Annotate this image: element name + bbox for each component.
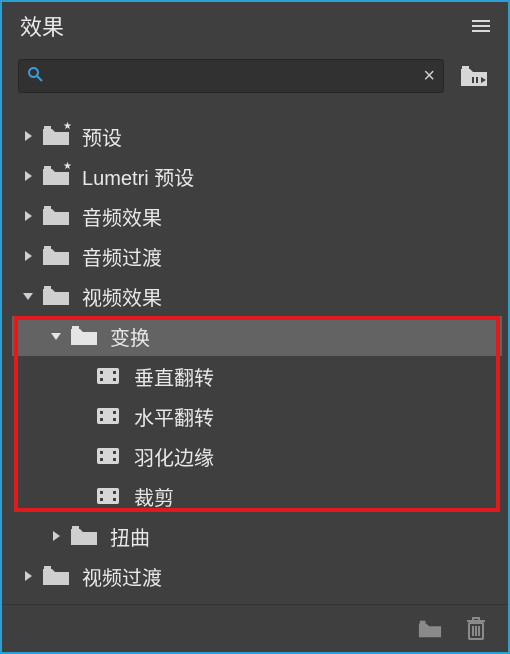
tree-label: 水平翻转 [134,402,214,431]
chevron-right-icon[interactable] [20,248,36,264]
chevron-right-icon[interactable] [20,168,36,184]
tree-item-vertical-flip[interactable]: 垂直翻转 [12,356,502,396]
tree-item-video-effects[interactable]: 视频效果 [12,276,502,316]
chevron-down-icon[interactable] [20,288,36,304]
chevron-right-icon[interactable] [20,208,36,224]
tree-item-video-transitions[interactable]: 视频过渡 [12,556,502,596]
search-icon [27,66,43,87]
tree-label: 音频过渡 [82,242,162,271]
tree-label: 扭曲 [110,522,150,551]
effect-icon [94,445,122,467]
tree-item-feather-edges[interactable]: 羽化边缘 [12,436,502,476]
search-input[interactable] [49,67,423,85]
panel-title: 效果 [20,10,64,42]
chevron-right-icon[interactable] [20,128,36,144]
clear-search-icon[interactable]: × [423,65,435,88]
tree-label: 音频效果 [82,202,162,231]
folder-icon [70,325,98,347]
effect-icon [94,485,122,507]
tree-label: 变换 [110,322,150,351]
tree-item-distort[interactable]: 扭曲 [12,516,502,556]
chevron-right-icon[interactable] [48,528,64,544]
new-bin-button[interactable] [456,61,492,91]
tree-label: Lumetri 预设 [82,162,194,191]
trash-icon[interactable] [464,618,488,640]
tree-label: 裁剪 [134,482,174,511]
tree-item-presets[interactable]: ★ 预设 [12,116,502,156]
star-icon: ★ [63,161,72,172]
folder-icon: ★ [42,125,70,147]
effect-icon [94,405,122,427]
tree-label: 视频过渡 [82,562,162,591]
star-icon: ★ [63,121,72,132]
chevron-down-icon[interactable] [48,328,64,344]
folder-icon [42,205,70,227]
tree-label: 预设 [82,122,122,151]
tree-label: 羽化边缘 [134,442,214,471]
folder-icon [42,285,70,307]
effect-icon [94,365,122,387]
new-folder-icon[interactable] [418,618,442,640]
folder-icon [42,245,70,267]
tree-label: 视频效果 [82,282,162,311]
tree-item-lumetri[interactable]: ★ Lumetri 预设 [12,156,502,196]
folder-icon: ★ [42,165,70,187]
effects-tree: ★ 预设 ★ Lumetri 预设 音频效果 音频过渡 [2,116,508,596]
tree-label: 垂直翻转 [134,362,214,391]
tree-item-audio-effects[interactable]: 音频效果 [12,196,502,236]
folder-icon [70,525,98,547]
panel-menu-icon[interactable] [472,20,490,32]
tree-item-horizontal-flip[interactable]: 水平翻转 [12,396,502,436]
tree-item-transform[interactable]: 变换 [12,316,502,356]
tree-item-crop[interactable]: 裁剪 [12,476,502,516]
tree-item-audio-transitions[interactable]: 音频过渡 [12,236,502,276]
folder-icon [42,565,70,587]
search-box[interactable]: × [18,59,444,93]
chevron-right-icon[interactable] [20,568,36,584]
